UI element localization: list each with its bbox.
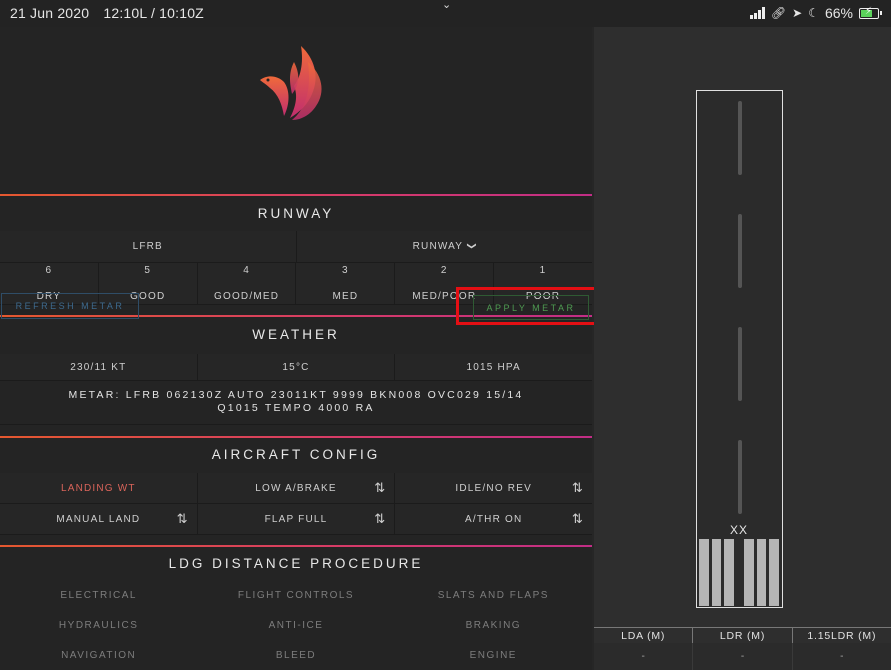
config-label: IDLE/NO REV (455, 482, 532, 494)
runway-dropdown[interactable]: RUNWAY ❯ (296, 231, 592, 263)
config-row: LANDING WT LOW A/BRAKE ⇅ IDLE/NO REV ⇅ (0, 473, 593, 504)
config-toggle[interactable]: FLAP FULL ⇅ (197, 504, 396, 535)
condition-code: 2 (440, 265, 448, 276)
procedure-section-title: LDG DISTANCE PROCEDURE (168, 556, 424, 571)
swap-arrows-icon: ⇅ (571, 480, 585, 496)
procedure-item[interactable]: ANTI-ICE (197, 610, 394, 640)
phoenix-logo (260, 46, 322, 120)
chevron-down-icon: ❯ (467, 242, 478, 251)
runway-selector-row: LFRB RUNWAY ❯ (0, 231, 592, 263)
config-row: MANUAL LAND ⇅ FLAP FULL ⇅ A/THR ON ⇅ (0, 504, 593, 535)
centerline-dash (738, 214, 742, 288)
condition-code: 5 (144, 265, 152, 276)
procedure-item[interactable]: HYDRAULICS (0, 610, 197, 640)
config-label: MANUAL LAND (56, 513, 141, 525)
procedure-item[interactable]: SLATS AND FLAPS (395, 580, 592, 610)
procedure-row: HYDRAULICS ANTI-ICE BRAKING (0, 610, 592, 640)
runway-condition-option[interactable]: 4 GOOD/MED (197, 263, 297, 305)
link-icon: 🔗︎ (770, 6, 787, 20)
metar-line-1: METAR: LFRB 062130Z AUTO 23011KT 9999 BK… (68, 389, 524, 401)
aircraft-config-title: AIRCRAFT CONFIG (211, 447, 381, 462)
centerline-dash (738, 101, 742, 175)
config-toggle[interactable]: LANDING WT (0, 473, 198, 504)
status-right: 🔗︎ ➤ ☾ 66% ⚡︎ (749, 5, 882, 21)
airport-field[interactable]: LFRB (0, 231, 297, 263)
condition-code: 6 (45, 265, 53, 276)
runway-diagram: XX (696, 90, 783, 608)
runway-condition-option[interactable]: 3 MED (296, 263, 396, 305)
temperature-value[interactable]: 15°C (197, 354, 396, 381)
config-toggle[interactable]: MANUAL LAND ⇅ (0, 504, 198, 535)
distance-value: - (840, 651, 844, 662)
config-toggle[interactable]: A/THR ON ⇅ (395, 504, 593, 535)
distance-value: - (693, 643, 793, 670)
procedure-item[interactable]: BRAKING (395, 610, 592, 640)
distance-value: - (594, 643, 694, 670)
condition-label: GOOD/MED (213, 291, 280, 302)
condition-code: 3 (342, 265, 349, 276)
procedure-item[interactable]: ELECTRICAL (0, 580, 197, 610)
divider-line (0, 545, 592, 547)
battery-percent: 66% (824, 5, 853, 21)
do-not-disturb-icon: ☾ (808, 6, 819, 20)
procedure-row: NAVIGATION BLEED ENGINE (0, 640, 592, 670)
weather-values-row: 230/11 KT 15°C 1015 HPA (0, 354, 593, 381)
centerline-dash (738, 440, 742, 514)
distance-values: --- (594, 643, 891, 670)
battery-icon: ⚡︎ (859, 6, 882, 19)
location-arrow-icon: ➤ (792, 6, 803, 20)
procedure-item[interactable]: ENGINE (395, 640, 592, 670)
config-toggle[interactable]: IDLE/NO REV ⇅ (395, 473, 593, 504)
refresh-metar-button[interactable]: REFRESH METAR (1, 293, 139, 319)
condition-code: 4 (243, 265, 250, 276)
centerline-dash (738, 327, 742, 401)
divider-line (0, 436, 592, 438)
pressure-value[interactable]: 1015 HPA (395, 354, 593, 381)
status-left: 21 Jun 2020 12:10L / 10:10Z (10, 5, 214, 21)
condition-code: 1 (539, 265, 547, 276)
condition-label: MED (332, 291, 359, 302)
signal-icon (749, 7, 765, 19)
weather-section-title: WEATHER (252, 327, 340, 342)
procedure-grid: ELECTRICAL FLIGHT CONTROLS SLATS AND FLAPS… (0, 580, 592, 670)
config-label: A/THR ON (464, 513, 523, 525)
swap-arrows-icon: ⇅ (176, 511, 189, 527)
distance-header-label: LDA (M) (594, 628, 694, 643)
status-time: 12:10L / 10:10Z (103, 5, 204, 21)
left-panel (0, 27, 592, 670)
metar-line-2: Q1015 TEMPO 4000 RA (217, 402, 375, 414)
status-bar: 21 Jun 2020 12:10L / 10:10Z ⌄ 🔗︎ ➤ ☾ 66%… (0, 0, 891, 27)
distance-header-label: 1.15LDR (M) (807, 630, 877, 642)
procedure-item[interactable]: FLIGHT CONTROLS (197, 580, 394, 610)
metar-text: METAR: LFRB 062130Z AUTO 23011KT 9999 BK… (0, 381, 592, 425)
swap-arrows-icon: ⇅ (374, 511, 387, 527)
distance-header-label: LDR (M) (693, 628, 793, 643)
procedure-row: ELECTRICAL FLIGHT CONTROLS SLATS AND FLAPS (0, 580, 592, 610)
threshold-markings (698, 539, 780, 606)
procedure-item[interactable]: NAVIGATION (0, 640, 197, 670)
swap-arrows-icon: ⇅ (571, 511, 585, 527)
config-toggle[interactable]: LOW A/BRAKE ⇅ (197, 473, 396, 504)
config-label: LANDING WT (60, 482, 136, 494)
wind-value[interactable]: 230/11 KT (0, 354, 198, 381)
runway-section-title: RUNWAY (257, 206, 335, 221)
divider-line (0, 194, 592, 196)
status-date: 21 Jun 2020 (10, 5, 90, 21)
chevron-down-icon[interactable]: ⌄ (442, 0, 451, 11)
distance-header: LDA (M) LDR (M) 1.15LDR (M) (594, 627, 891, 643)
config-label: LOW A/BRAKE (255, 482, 337, 494)
runway-number-label: XX (729, 523, 748, 537)
highlight-box (456, 287, 601, 325)
procedure-item[interactable]: BLEED (197, 640, 394, 670)
config-label: FLAP FULL (264, 513, 328, 525)
swap-arrows-icon: ⇅ (374, 480, 387, 496)
